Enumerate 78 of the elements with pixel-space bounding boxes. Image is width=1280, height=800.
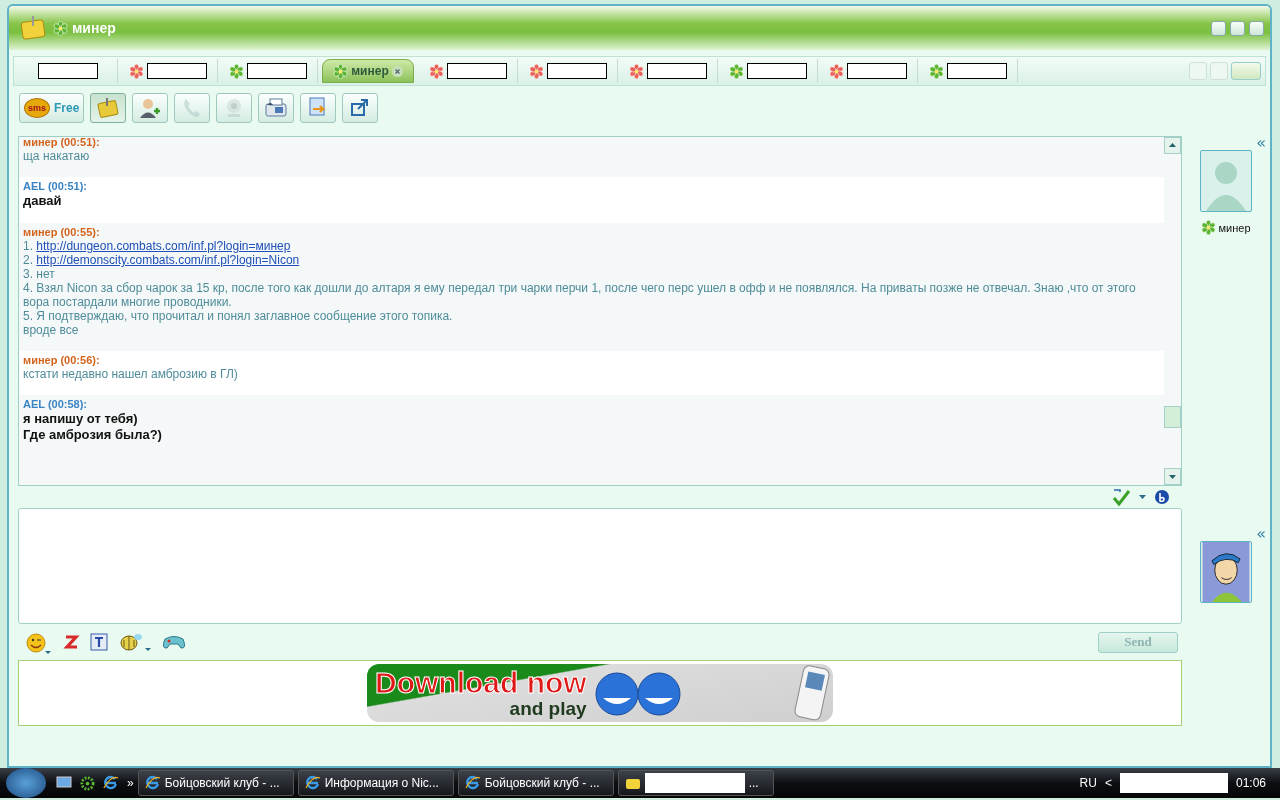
redaction-box: [746, 63, 807, 79]
avatar-silhouette: [1200, 150, 1252, 212]
clock: 01:06: [1235, 776, 1266, 790]
contact-tab[interactable]: минер: [322, 59, 414, 83]
message-header: AEL (00:58):: [23, 397, 88, 411]
message-header: минер (00:56):: [23, 353, 101, 367]
scrollbar[interactable]: [1164, 137, 1181, 485]
caret-icon[interactable]: [1139, 495, 1146, 499]
message-line: 5. Я подтверждаю, что прочитал и понял заглавное сообщение этого топика.: [23, 309, 454, 323]
scroll-down-button[interactable]: [1164, 468, 1181, 485]
browser-icon[interactable]: [103, 775, 119, 791]
window-title: минер: [72, 20, 116, 36]
message-header: минер (00:55):: [23, 225, 101, 239]
message-line: 3. нет: [23, 267, 56, 281]
taskbar-button[interactable]: Бойцовский клуб - ...: [137, 770, 294, 796]
ad-headline: Download now: [375, 667, 587, 699]
flower-icon[interactable]: [80, 775, 95, 791]
spellcheck-icon[interactable]: [1111, 488, 1131, 506]
redaction-box: [646, 63, 707, 79]
overflow-chevron[interactable]: »: [127, 776, 134, 790]
message-line: 2. http://demonscity.combats.com/inf.pl?login=Nicon: [23, 253, 301, 267]
task-title: Информация о Nic...: [324, 776, 439, 790]
browser-icon: [304, 775, 321, 791]
task-title: Бойцовский клуб - ...: [484, 776, 600, 790]
tray-expand-button[interactable]: <: [1104, 776, 1112, 790]
message-line: давай: [23, 193, 63, 209]
cartoon-avatar: [1200, 541, 1252, 603]
language-indicator[interactable]: RU: [1079, 776, 1097, 790]
gamepad-icon[interactable]: [162, 633, 186, 651]
redaction-box: [446, 63, 507, 79]
sms-badge: sms: [24, 98, 50, 118]
message-line: Где амброзия была?): [23, 427, 163, 443]
note-icon: [624, 776, 641, 790]
message-input[interactable]: [18, 508, 1182, 624]
popout-button[interactable]: [342, 93, 379, 123]
redaction-box: [546, 63, 607, 79]
start-button[interactable]: [6, 768, 46, 798]
sms-button[interactable]: sms Free: [19, 93, 85, 123]
redaction-box: [37, 63, 98, 79]
scroll-thumb[interactable]: [1164, 406, 1181, 428]
collapse-glyph[interactable]: «: [1256, 136, 1266, 150]
bee-icon[interactable]: [118, 631, 152, 653]
message-line: 1. http://dungeon.combats.com/inf.pl?login=минер: [23, 239, 292, 253]
redaction-box: [146, 63, 207, 79]
desktop-icon[interactable]: [56, 776, 72, 790]
nudge-icon[interactable]: [62, 633, 80, 651]
button-label: Free: [54, 101, 80, 115]
redaction-box: [246, 63, 307, 79]
collapse-glyph[interactable]: «: [1256, 527, 1266, 541]
scroll-up-button[interactable]: [1164, 137, 1181, 154]
message-line: кстати недавно нашел амброзию в ГЛ): [23, 367, 239, 381]
redaction-box: [946, 63, 1007, 79]
message-line: ща накатаю: [23, 149, 91, 163]
bing-icon[interactable]: [1154, 489, 1170, 505]
phone-drawing: [793, 665, 833, 721]
add-contact-button[interactable]: [132, 93, 169, 123]
browser-icon: [144, 775, 161, 791]
browser-icon: [464, 775, 481, 791]
note-button[interactable]: [90, 93, 127, 123]
redaction-box: [846, 63, 907, 79]
contact-name: минер: [1218, 221, 1251, 234]
fax-button[interactable]: [258, 93, 295, 123]
task-title: Бойцовский клуб - ...: [164, 776, 280, 790]
taskbar-button[interactable]: ...: [617, 770, 774, 796]
profile-link[interactable]: http://demonscity.combats.com/inf.pl?login=Nicon: [36, 253, 300, 267]
message-line: я напишу от тебя): [23, 411, 139, 427]
taskbar-button[interactable]: Информация о Nic...: [297, 770, 454, 796]
profile-link[interactable]: http://dungeon.combats.com/inf.pl?login=минер: [36, 239, 291, 253]
message-header: AEL (00:51):: [23, 179, 88, 193]
ad-tagline: and play: [509, 699, 587, 719]
taskbar-button[interactable]: Бойцовский клуб - ...: [457, 770, 614, 796]
message-line: вроде все: [23, 323, 80, 337]
download-ad[interactable]: Download now and play: [367, 664, 833, 722]
text-format-icon[interactable]: [90, 633, 108, 651]
close-icon[interactable]: [391, 65, 403, 77]
message-line: 4. Взял Nicon за сбор чарок за 15 кр, после того как дошли до алтаря я ему передал три чарки перчи 1, после чего перс ушел в офф и не появлялся. На приваты позже не отвечал. Знаю ,что от этого вора постардали многие проводники.: [23, 281, 1137, 309]
message-header: минер (00:51):: [23, 137, 101, 149]
task-title: ...: [748, 776, 759, 790]
